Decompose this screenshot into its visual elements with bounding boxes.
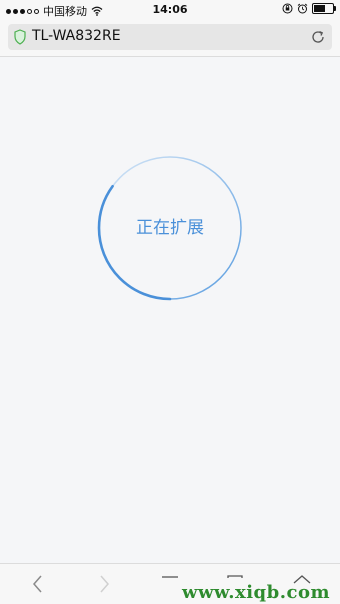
orientation-lock-icon	[282, 3, 293, 14]
shield-icon	[14, 29, 26, 45]
bottom-toolbar: www.xiqb.com	[0, 563, 340, 604]
battery-level-fill	[314, 5, 325, 12]
status-text: 正在扩展	[136, 218, 204, 238]
status-bar: 中国移动 14:06	[0, 0, 340, 20]
battery-icon	[312, 3, 336, 14]
watermark: www.xiqb.com	[182, 582, 330, 603]
address-bar[interactable]: TL-WA832RE	[8, 24, 332, 50]
share-icon[interactable]	[160, 574, 180, 594]
status-right	[282, 3, 336, 14]
reload-icon[interactable]	[310, 29, 326, 45]
forward-icon[interactable]	[94, 574, 114, 594]
address-text[interactable]: TL-WA832RE	[32, 28, 121, 44]
progress-spinner: 正在扩展	[96, 154, 244, 302]
back-icon[interactable]	[28, 574, 48, 594]
alarm-icon	[297, 3, 308, 14]
browser-address-area: TL-WA832RE	[0, 20, 340, 57]
page-content: 正在扩展	[0, 57, 340, 564]
